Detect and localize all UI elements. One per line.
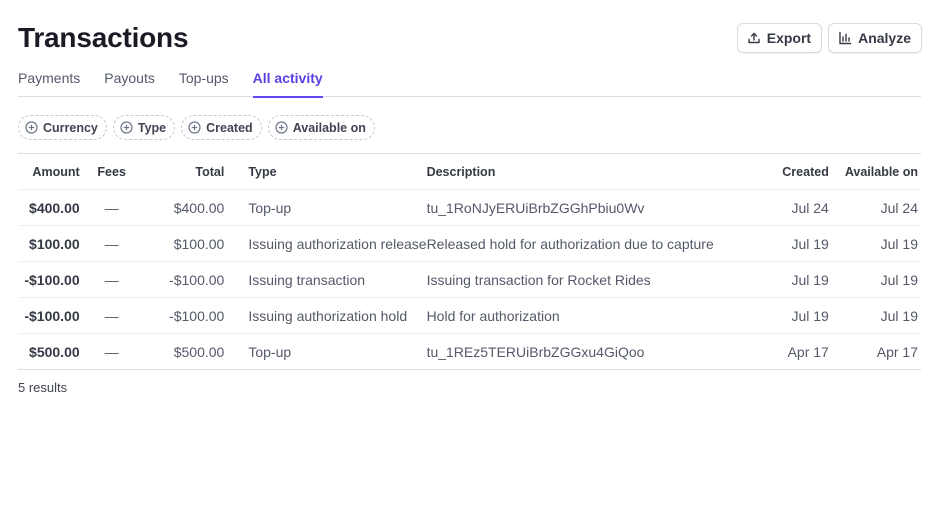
cell-type: Top-up — [224, 189, 427, 226]
tab-all-activity[interactable]: All activity — [252, 70, 323, 98]
cell-fees: — — [79, 225, 144, 262]
filter-created[interactable]: Created — [181, 115, 262, 140]
analyze-button[interactable]: Analyze — [828, 23, 922, 53]
cell-description: Released hold for authorization due to c… — [426, 225, 745, 262]
cell-type: Issuing authorization hold — [224, 297, 427, 334]
cell-type: Issuing authorization release — [224, 225, 427, 262]
cell-description: tu_1REz5TERUiBrbZGGxu4GiQoo — [426, 333, 745, 370]
cell-created: Jul 19 — [744, 225, 829, 262]
table-row[interactable]: $400.00 — $400.00 Top-up tu_1RoNJyERUiBr… — [18, 189, 921, 226]
table-row[interactable]: -$100.00 — -$100.00 Issuing transaction … — [18, 261, 921, 298]
transaction-tabs: Payments Payouts Top-ups All activity — [18, 70, 921, 98]
page-title: Transactions — [18, 22, 189, 53]
tab-payouts[interactable]: Payouts — [104, 70, 155, 97]
cell-type: Top-up — [224, 333, 427, 370]
cell-available-on: Jul 19 — [828, 225, 921, 262]
cell-amount: $400.00 — [18, 189, 80, 226]
cell-description: tu_1RoNJyERUiBrbZGGhPbiu0Wv — [426, 189, 745, 226]
analyze-button-label: Analyze — [858, 30, 911, 46]
export-icon — [748, 32, 760, 44]
cell-total: $500.00 — [143, 333, 225, 370]
transactions-table: Amount Fees Total Type Description Creat… — [18, 153, 921, 370]
cell-amount: -$100.00 — [18, 261, 80, 298]
export-button-label: Export — [766, 30, 812, 46]
filter-type[interactable]: Type — [112, 115, 176, 140]
column-header-type[interactable]: Type — [224, 153, 427, 190]
results-count: 5 results — [18, 380, 68, 395]
table-row[interactable]: $500.00 — $500.00 Top-up tu_1REz5TERUiBr… — [18, 333, 921, 370]
cell-created: Apr 17 — [744, 333, 829, 370]
cell-amount: -$100.00 — [18, 297, 80, 334]
filter-currency[interactable]: Currency — [18, 115, 107, 140]
filter-label: Currency — [43, 120, 98, 135]
cell-amount: $100.00 — [18, 225, 80, 262]
cell-description: Hold for authorization — [426, 297, 745, 334]
column-header-total[interactable]: Total — [143, 153, 225, 190]
cell-fees: — — [79, 189, 144, 226]
filter-bar: Currency Type Created Available on — [18, 115, 375, 140]
cell-type: Issuing transaction — [224, 261, 427, 298]
column-header-fees[interactable]: Fees — [79, 153, 144, 190]
filter-label: Created — [206, 120, 253, 135]
plus-circle-icon — [120, 121, 133, 134]
cell-total: -$100.00 — [143, 261, 225, 298]
column-header-available-on[interactable]: Available on — [828, 153, 921, 190]
cell-amount: $500.00 — [18, 333, 80, 370]
cell-created: Jul 19 — [744, 297, 829, 334]
export-button[interactable]: Export — [736, 23, 823, 53]
column-header-description[interactable]: Description — [426, 153, 745, 190]
column-header-created[interactable]: Created — [744, 153, 829, 190]
cell-available-on: Apr 17 — [828, 333, 921, 370]
cell-total: $400.00 — [143, 189, 225, 226]
filter-label: Available on — [292, 120, 366, 135]
filter-available-on[interactable]: Available on — [267, 115, 375, 140]
cell-created: Jul 24 — [744, 189, 829, 226]
cell-created: Jul 19 — [744, 261, 829, 298]
cell-fees: — — [79, 261, 144, 298]
tab-payments[interactable]: Payments — [18, 70, 80, 97]
plus-circle-icon — [188, 121, 201, 134]
bar-chart-icon — [839, 31, 852, 45]
filter-label: Type — [137, 120, 167, 135]
cell-total: -$100.00 — [143, 297, 225, 334]
tab-top-ups[interactable]: Top-ups — [179, 70, 229, 97]
cell-available-on: Jul 19 — [828, 297, 921, 334]
cell-fees: — — [79, 333, 144, 370]
column-header-amount[interactable]: Amount — [18, 153, 80, 190]
cell-total: $100.00 — [143, 225, 225, 262]
table-row[interactable]: $100.00 — $100.00 Issuing authorization … — [18, 225, 921, 262]
cell-description: Issuing transaction for Rocket Rides — [426, 261, 745, 298]
cell-available-on: Jul 19 — [828, 261, 921, 298]
cell-available-on: Jul 24 — [828, 189, 921, 226]
plus-circle-icon — [275, 121, 288, 134]
cell-fees: — — [79, 297, 144, 334]
table-row[interactable]: -$100.00 — -$100.00 Issuing authorizatio… — [18, 297, 921, 334]
plus-circle-icon — [25, 121, 38, 134]
table-header-row: Amount Fees Total Type Description Creat… — [18, 153, 921, 190]
header-actions: Export Analyze — [736, 23, 922, 53]
